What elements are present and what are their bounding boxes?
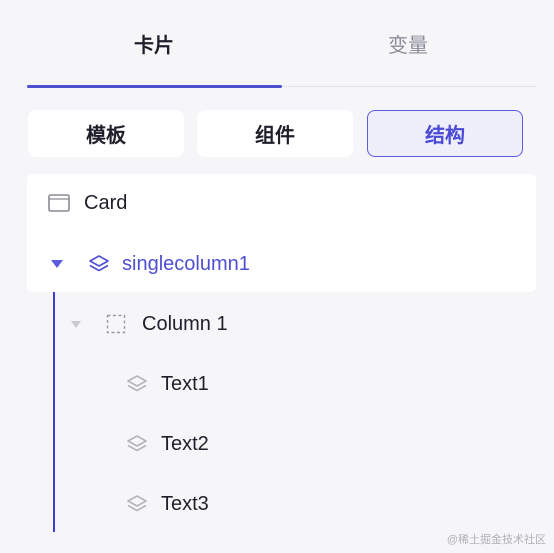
tree-item-text3[interactable]: Text3 bbox=[126, 489, 209, 519]
top-tabs: 卡片 变量 bbox=[27, 0, 536, 88]
tree-item-singlecolumn1[interactable]: singlecolumn1 bbox=[50, 249, 250, 279]
tree-item-label: Column 1 bbox=[142, 312, 228, 335]
tree-item-text1[interactable]: Text1 bbox=[126, 369, 209, 399]
layers-icon bbox=[126, 494, 148, 514]
tab-card[interactable]: 卡片 bbox=[27, 0, 281, 86]
active-tab-indicator bbox=[27, 85, 282, 88]
dashed-square-icon bbox=[106, 314, 126, 334]
tree-item-label: Text2 bbox=[161, 432, 209, 455]
tree-guide-line bbox=[53, 292, 55, 532]
layers-icon bbox=[88, 254, 110, 274]
chevron-down-icon[interactable] bbox=[70, 320, 82, 329]
segment-structure[interactable]: 结构 bbox=[367, 110, 523, 157]
tree-item-card[interactable]: Card bbox=[48, 188, 127, 218]
tree-item-label: Text3 bbox=[161, 492, 209, 515]
segment-components[interactable]: 组件 bbox=[197, 110, 353, 157]
chevron-down-icon[interactable] bbox=[50, 259, 64, 269]
tree-item-text2[interactable]: Text2 bbox=[126, 429, 209, 459]
layers-icon bbox=[126, 434, 148, 454]
tab-variables[interactable]: 变量 bbox=[281, 0, 535, 86]
card-icon bbox=[48, 194, 70, 212]
segment-templates[interactable]: 模板 bbox=[28, 110, 184, 157]
tree-item-column-1[interactable]: Column 1 bbox=[70, 309, 228, 339]
tree-item-label: singlecolumn1 bbox=[122, 252, 250, 275]
tree-item-label: Card bbox=[84, 191, 128, 214]
tree-item-label: Text1 bbox=[161, 372, 209, 395]
watermark: @稀土掘金技术社区 bbox=[446, 534, 546, 546]
layers-icon bbox=[126, 374, 148, 394]
